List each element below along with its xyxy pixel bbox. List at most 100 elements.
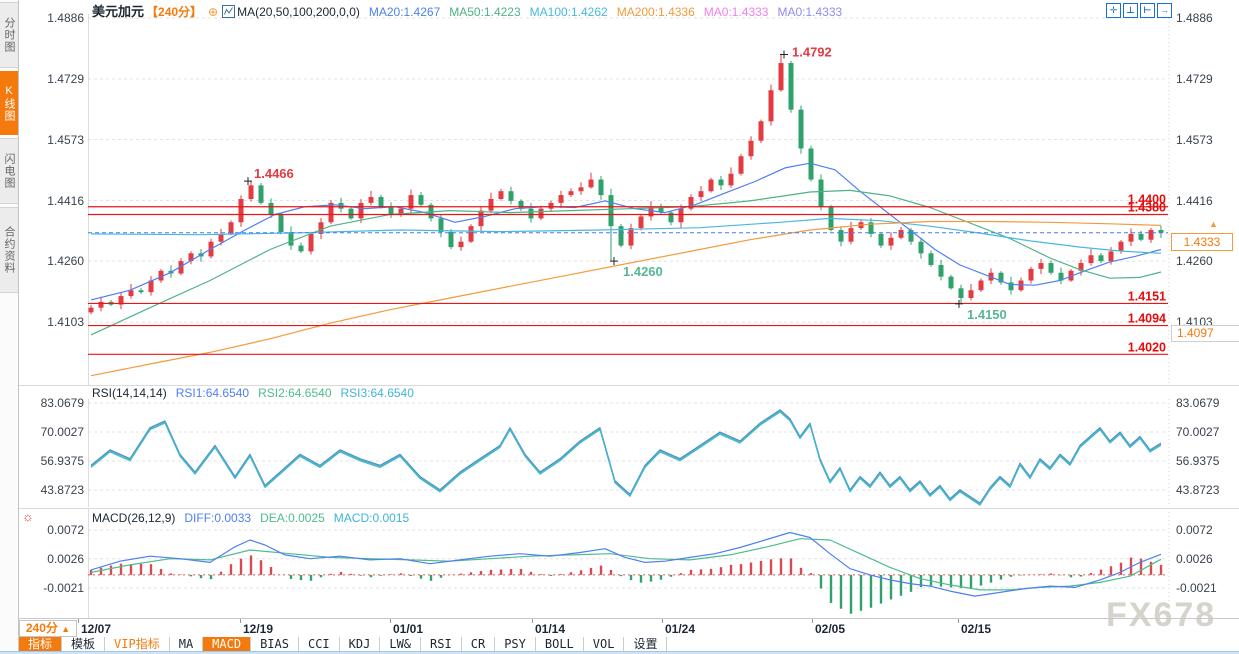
toolbar-tab-CCI[interactable]: CCI (299, 637, 340, 652)
left-sidebar: 分时图 K线图闪电图合约资料 (0, 0, 19, 654)
chart-header: 美元加元【240分】⊕MA(20,50,100,200,0,0)MA20:1.4… (92, 1, 842, 16)
timeframe-button-label: 240分 (26, 621, 58, 635)
toolbar-tab-MA[interactable]: MA (170, 637, 203, 652)
price-axis-label: 1.4886 (1176, 11, 1213, 25)
toolbar-tab-RSI[interactable]: RSI (421, 637, 462, 652)
svg-text:1.4380: 1.4380 (1128, 201, 1166, 215)
kline-chart-icon (222, 5, 235, 18)
rsi-chart-canvas[interactable] (88, 399, 1170, 507)
date-label: 01/24 (665, 622, 695, 636)
fx-chart-app: FX678 分时图K线图闪电图合约资料 美元加元【240分】⊕MA(20,50,… (0, 0, 1239, 654)
toolbar-tab-模板[interactable]: 模板 (62, 637, 105, 652)
ma-settings-label: MA(20,50,100,200,0,0) (237, 5, 360, 19)
date-tick (958, 619, 959, 623)
rsi-axis-label: 56.9375 (22, 454, 84, 468)
date-label: 02/05 (815, 622, 845, 636)
price-axis-label: 1.4886 (22, 11, 84, 25)
price-axis-label: 1.4260 (22, 254, 84, 268)
toolbar-tab-VOL[interactable]: VOL (584, 637, 625, 652)
svg-text:1.4150: 1.4150 (967, 307, 1007, 322)
price-up-arrow-icon: ▲ (1209, 219, 1218, 229)
price-axis-label: 1.4573 (22, 133, 84, 147)
sidebar-tab-2[interactable]: K线图 (0, 71, 18, 135)
date-tick (240, 619, 241, 623)
sidebar-tab-1[interactable]: 分时图 (0, 2, 18, 68)
price-axis-label: 1.4729 (22, 72, 84, 86)
pan-icon[interactable]: ✛ (1106, 3, 1121, 18)
axis-price-tooltip: 1.4097 (1171, 325, 1239, 342)
macd-values-list: DIFF:0.0033DEA:0.0025MACD:0.0015 (175, 511, 409, 525)
ma-value-1: MA20:1.4267 (369, 5, 440, 19)
macd-header: MACD(26,12,9)DIFF:0.0033DEA:0.0025MACD:0… (92, 511, 409, 525)
panel-divider (19, 508, 1239, 509)
price-axis-label: 1.4416 (1176, 194, 1213, 208)
date-label: 12/07 (81, 622, 111, 636)
svg-text:1.4020: 1.4020 (1128, 340, 1166, 354)
rsi-axis-label: 70.0027 (22, 425, 84, 439)
macd-axis-label: -0.0021 (22, 581, 84, 595)
rsi-header: RSI(14,14,14)RSI1:64.6540RSI2:64.6540RSI… (92, 386, 414, 400)
indicator-settings-icon[interactable]: ☼ (22, 509, 34, 524)
current-price-label: 1.4333 (1171, 233, 1233, 251)
date-tick (390, 619, 391, 623)
toolbar-tab-设置[interactable]: 设置 (624, 637, 667, 652)
rsi-axis-label: 56.9375 (1176, 454, 1219, 468)
macd-axis-label: 0.0072 (22, 523, 84, 537)
price-axis-label: 1.4103 (22, 315, 84, 329)
rsi-axis-label: 83.0679 (1176, 396, 1219, 410)
macd-axis-label: 0.0026 (22, 552, 84, 566)
toolbar-tab-指标[interactable]: 指标 (19, 637, 62, 652)
ma-values-list: MA20:1.4267MA50:1.4223MA100:1.4262MA200:… (360, 5, 842, 19)
macd-value-1: DIFF:0.0033 (184, 511, 251, 525)
rsi-axis-label: 83.0679 (22, 396, 84, 410)
toolbar-tab-KDJ[interactable]: KDJ (340, 637, 381, 652)
ma-value-6: MA0:1.4333 (777, 5, 842, 19)
rsi-value-3: RSI3:64.6540 (341, 386, 414, 400)
sidebar-tab-4[interactable]: 合约资料 (0, 207, 18, 293)
ma-value-5: MA0:1.4333 (704, 5, 769, 19)
price-axis-label: 1.4573 (1176, 133, 1213, 147)
toolbar-tab-CR[interactable]: CR (462, 637, 495, 652)
rsi-axis-label: 43.8723 (22, 483, 84, 497)
price-chart-canvas[interactable]: 1.44001.43801.41511.40941.40201.44661.47… (88, 14, 1170, 385)
date-label: 12/19 (243, 622, 273, 636)
toolbar-tab-LW&[interactable]: LW& (380, 637, 421, 652)
macd-value-3: MACD:0.0015 (334, 511, 409, 525)
svg-text:1.4792: 1.4792 (792, 45, 832, 60)
date-label: 02/15 (961, 622, 991, 636)
date-tick (662, 619, 663, 623)
scale-x-axis-icon[interactable]: ⊢ (1140, 3, 1155, 18)
date-label: 01/01 (393, 622, 423, 636)
link-icon[interactable]: ⊕ (208, 5, 218, 19)
price-axis-label: 1.4260 (1176, 254, 1213, 268)
macd-axis-label: -0.0021 (1176, 581, 1217, 595)
toolbar-tab-BOLL[interactable]: BOLL (536, 637, 584, 652)
date-tick (532, 619, 533, 623)
sidebar-tab-3[interactable]: 闪电图 (0, 138, 18, 204)
scale-y-axis-icon[interactable]: ⊥ (1123, 3, 1138, 18)
ma-value-4: MA200:1.4336 (617, 5, 695, 19)
svg-text:1.4094: 1.4094 (1128, 312, 1166, 326)
date-tick (78, 619, 79, 623)
dropdown-arrow-icon: ▲ (61, 624, 70, 634)
date-tick (812, 619, 813, 623)
price-axis-label: 1.4729 (1176, 72, 1213, 86)
svg-text:1.4151: 1.4151 (1128, 289, 1166, 303)
restore-view-icon[interactable]: → (1157, 3, 1172, 18)
date-axis: 240分 ▲ 12/07 12/19 01/01 01/14 01/24 02/05 02/… (19, 618, 1239, 637)
rsi-values-list: RSI1:64.6540RSI2:64.6540RSI3:64.6540 (167, 386, 414, 400)
svg-text:1.4466: 1.4466 (254, 166, 294, 181)
macd-title: MACD(26,12,9) (92, 511, 175, 525)
toolbar-tab-BIAS[interactable]: BIAS (251, 637, 299, 652)
chart-view-icons: ✛⊥⊢→ (1104, 2, 1172, 18)
toolbar-tab-MACD[interactable]: MACD (203, 637, 251, 652)
timeframe-label: 【240分】 (146, 5, 202, 19)
date-label: 01/14 (535, 622, 565, 636)
ma-value-3: MA100:1.4262 (530, 5, 608, 19)
timeframe-dropdown-button[interactable]: 240分 ▲ (19, 620, 77, 637)
toolbar-tab-VIP指标[interactable]: VIP指标 (105, 637, 170, 652)
macd-axis-label: 0.0026 (1176, 552, 1213, 566)
toolbar-tab-PSY[interactable]: PSY (495, 637, 536, 652)
indicator-toolbar: 指标模板VIP指标MAMACDBIASCCIKDJLW&RSICRPSYBOLL… (18, 637, 667, 652)
rsi-title: RSI(14,14,14) (92, 386, 167, 400)
